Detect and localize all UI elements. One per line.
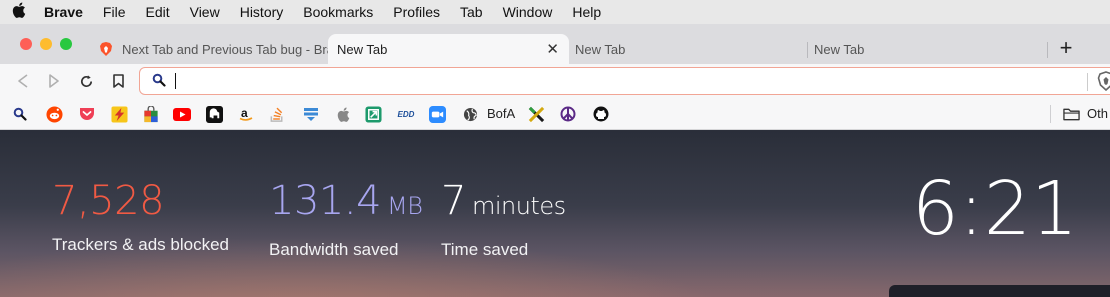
amazon-icon[interactable]: a [237,105,255,123]
clock: 6:21 [911,166,1078,252]
brave-lion-icon [100,42,112,56]
other-bookmarks-label[interactable]: Oth [1087,106,1108,121]
minimize-window-button[interactable] [40,38,52,50]
address-input[interactable] [174,71,1074,91]
back-arrow-icon[interactable] [14,72,32,90]
address-bar[interactable] [139,67,1110,95]
menu-view[interactable]: View [180,0,230,24]
tab-strip: Next Tab and Previous Tab bug - Brave Co… [0,24,1110,64]
lightning-icon[interactable] [110,105,128,123]
time-value-row: 7 minutes [441,177,566,230]
apple-icon[interactable] [334,105,352,123]
stack-icon[interactable] [302,105,320,123]
text-caret [175,73,176,89]
tab-title: New Tab [814,41,865,57]
close-window-button[interactable] [20,38,32,50]
tab-title: New Tab [337,41,388,57]
search-icon [152,73,166,87]
tab-new-tab-active[interactable]: New Tab ✕ [328,34,569,64]
close-tab-icon[interactable]: ✕ [546,40,559,58]
window-controls [20,38,72,50]
tab-title: Next Tab and Previous Tab bug - Brave Co… [122,41,328,57]
bandwidth-value: 131.4 [269,178,382,224]
new-tab-button[interactable]: + [1056,36,1076,60]
menu-window[interactable]: Window [493,0,563,24]
brave-shield-icon[interactable] [1096,71,1110,91]
zoom-window-button[interactable] [60,38,72,50]
bandwidth-value-row: 131.4 MB [269,177,423,230]
peace-icon[interactable] [559,105,577,123]
menu-tab[interactable]: Tab [450,0,493,24]
pocket-icon[interactable] [78,105,96,123]
new-tab-page: 7,528 Trackers & ads blocked 131.4 MB Ban… [0,131,1110,297]
trackers-count: 7,528 [52,178,165,224]
svg-text:a: a [241,106,248,120]
youtube-icon[interactable] [173,105,191,123]
menu-bar: Brave File Edit View History Bookmarks P… [0,0,1110,24]
forward-arrow-icon[interactable] [45,72,63,90]
shopping-bag-icon[interactable] [142,105,160,123]
time-value: 7 [441,178,466,224]
menu-brave[interactable]: Brave [38,0,93,24]
time-label: Time saved [441,240,529,259]
trackers-label: Trackers & ads blocked [52,235,229,254]
stat-trackers: 7,528 Trackers & ads blocked [52,177,229,255]
arrow-box-icon[interactable] [364,105,382,123]
bookmarks-separator [1050,105,1051,123]
menu-file[interactable]: File [93,0,136,24]
x-logo-icon[interactable] [527,105,545,123]
menu-history[interactable]: History [230,0,294,24]
toolbar [0,64,1110,98]
time-unit: minutes [471,192,566,220]
bookmarks-bar: a EDD BofA Oth [0,98,1110,130]
widget-card[interactable] [889,285,1110,297]
menu-bookmarks[interactable]: Bookmarks [293,0,383,24]
reload-icon[interactable] [77,72,95,90]
edd-icon[interactable]: EDD [395,105,417,123]
menu-profiles[interactable]: Profiles [383,0,450,24]
bandwidth-unit: MB [387,192,423,220]
omnibox-separator [1087,73,1088,91]
stackoverflow-icon[interactable] [268,105,286,123]
tab-brave-community[interactable]: Next Tab and Previous Tab bug - Brave Co… [88,34,328,64]
stat-time: 7 minutes Time saved [441,177,566,260]
menu-help[interactable]: Help [562,0,611,24]
reddit-icon[interactable] [45,105,63,123]
menu-edit[interactable]: Edit [135,0,179,24]
tab-new-tab[interactable]: New Tab [569,34,808,64]
globe-icon[interactable] [461,105,479,123]
elephant-icon[interactable] [205,105,223,123]
folder-icon[interactable] [1062,105,1080,123]
zoom-icon[interactable] [428,105,446,123]
tab-new-tab[interactable]: New Tab [808,34,1048,64]
tab-title: New Tab [575,41,626,57]
search-icon[interactable] [11,105,29,123]
bookmark-icon[interactable] [109,72,127,90]
apple-logo-icon[interactable] [0,2,38,22]
bookmark-bofa-label[interactable]: BofA [487,106,515,121]
github-icon[interactable] [592,105,610,123]
stat-bandwidth: 131.4 MB Bandwidth saved [269,177,423,260]
tab-separator [1047,42,1048,58]
bandwidth-label: Bandwidth saved [269,240,399,259]
edd-label: EDD [397,109,415,119]
